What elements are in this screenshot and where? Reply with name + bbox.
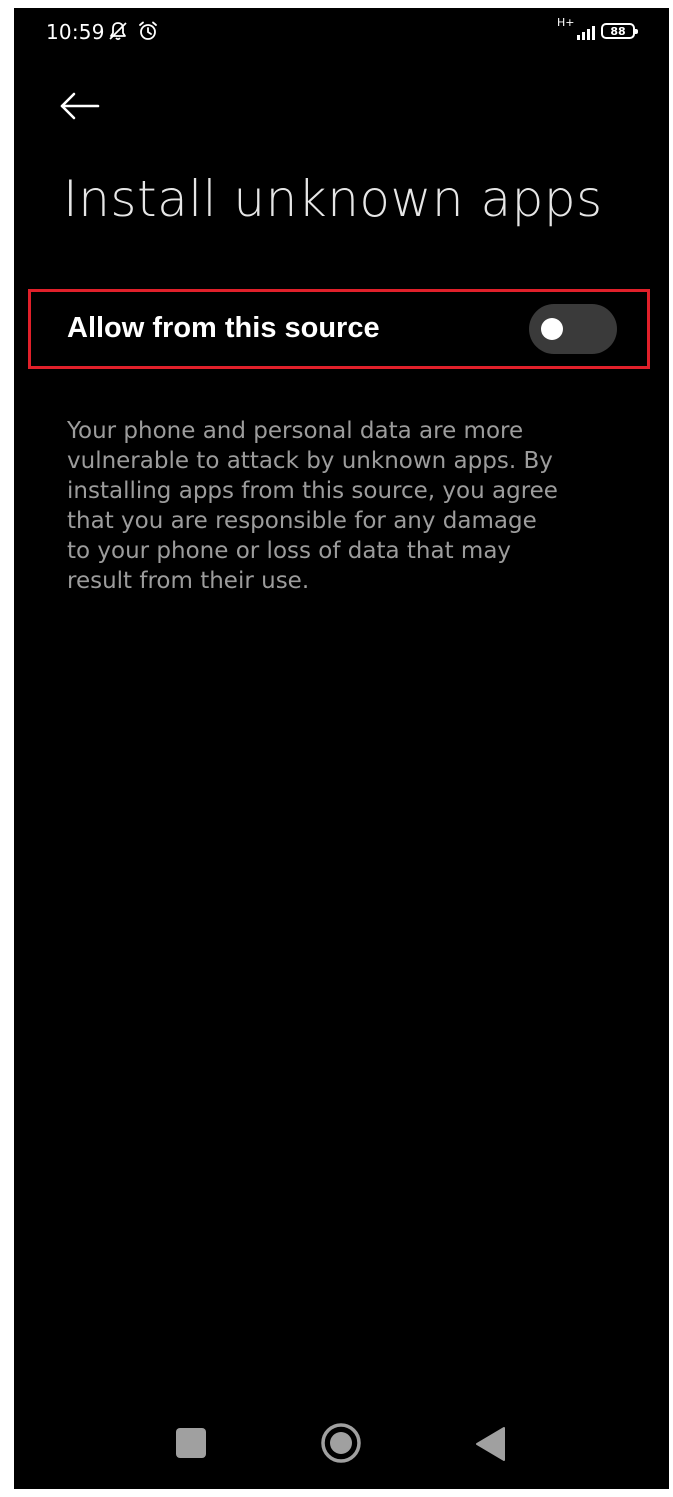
battery-icon: 88: [601, 23, 638, 39]
navigation-bar: [14, 1399, 669, 1489]
back-triangle-icon[interactable]: [474, 1426, 506, 1462]
status-bar: 10:59 H+ 88: [14, 8, 669, 58]
signal-icon: H+: [557, 16, 595, 42]
notifications-off-icon: [107, 20, 129, 42]
setting-label: Allow from this source: [67, 312, 380, 344]
warning-description: Your phone and personal data are more vu…: [67, 418, 558, 594]
settings-screen: 10:59 H+ 88 Install unknown apps Allow f…: [14, 8, 669, 1489]
toggle-knob: [541, 318, 563, 340]
network-type: H+: [557, 16, 575, 29]
arrow-left-icon: [60, 92, 100, 120]
page-title: Install unknown apps: [63, 170, 603, 228]
status-time: 10:59: [46, 20, 105, 44]
status-icons-left: [107, 20, 159, 42]
alarm-icon: [137, 20, 159, 42]
home-circle-icon[interactable]: [320, 1422, 362, 1464]
back-button[interactable]: [58, 84, 114, 128]
allow-from-this-source-row[interactable]: Allow from this source: [28, 289, 650, 369]
battery-level: 88: [610, 24, 626, 38]
status-icons-right: H+ 88: [557, 16, 638, 42]
recents-square-icon[interactable]: [176, 1428, 206, 1458]
allow-source-toggle[interactable]: [529, 304, 617, 354]
